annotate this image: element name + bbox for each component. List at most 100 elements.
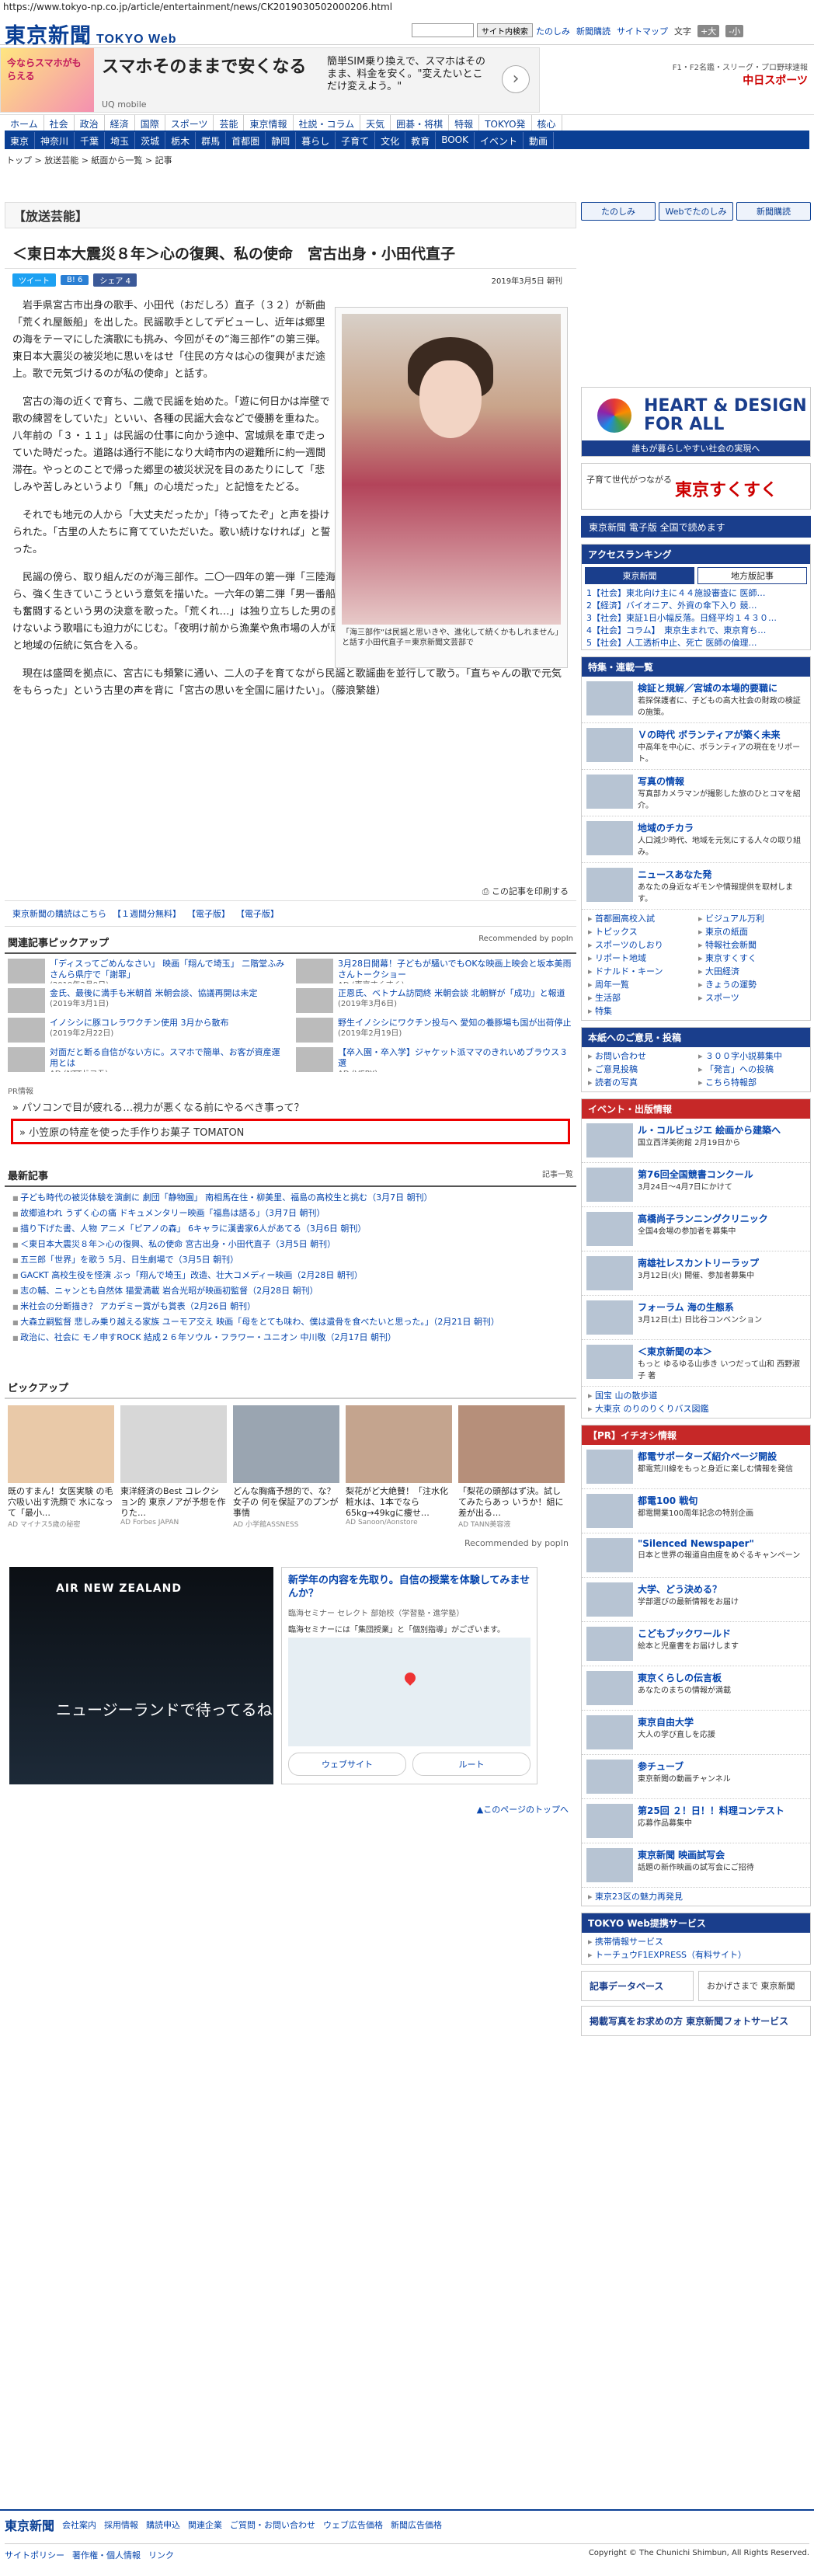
related-item[interactable]: 対面だと断る自信がない方に。スマホで簡単、お客が資産運用とはAD (NTTドコモ…	[8, 1047, 285, 1072]
font-small-button[interactable]: -小	[725, 25, 744, 37]
guide-link[interactable]: 東京の紙面	[698, 926, 804, 938]
pr-link-1[interactable]: » パソコンで目が疲れる…視力が悪くなる前にやるべき事って？	[5, 1098, 576, 1116]
footer-logo[interactable]: 東京新聞	[5, 2515, 54, 2534]
ranking-item[interactable]: 3【社会】東証1日小幅反落。日経平均１４３０…	[582, 612, 810, 625]
related-item[interactable]: 3月28日開幕！子どもが騒いでもOKな映画上映会と坂本美雨さんトークショーAD …	[296, 959, 573, 983]
nav-item[interactable]: 囲碁・将棋	[391, 115, 450, 131]
small-link-2[interactable]: 大東京 のりのりくりバス図鑑	[588, 1403, 804, 1415]
region-nav-item[interactable]: 動画	[524, 132, 555, 149]
region-nav-item[interactable]: 東京	[5, 132, 36, 149]
guide-link[interactable]: 特報社会新聞	[698, 939, 804, 951]
reader-link[interactable]: 読者の写真	[588, 1077, 694, 1088]
events-item[interactable]: 南雄社レスカントリーラップ 3月12日(火) 開催、参加者募集中	[582, 1251, 810, 1296]
reader-link[interactable]: お問い合わせ	[588, 1050, 694, 1062]
region-nav-item[interactable]: 埼玉	[105, 132, 136, 149]
airnz-ad[interactable]: AIR NEW ZEALAND ニュージーランドで待ってるね	[9, 1567, 273, 1784]
nav-item[interactable]: 国際	[135, 115, 165, 131]
reader-link[interactable]: こちら特報部	[698, 1077, 804, 1088]
events-item[interactable]: ＜東京新聞の本＞ もっと ゆるゆる山歩き いつだって山和 西野淑子 著	[582, 1340, 810, 1387]
chunichi-sports-link[interactable]: F1・F2名鑑・スリーグ・プロ野球速報 中日スポーツ	[668, 61, 808, 88]
latest-item[interactable]: 政治に、社会に モノ申すROCK 結成２６年ソウル・フラワー・ユニオン 中川敬（…	[12, 1330, 569, 1345]
events-item[interactable]: ル・コルビュジエ 絵画から建築へ 国立西洋美術館 2月19日から	[582, 1119, 810, 1163]
guide-link[interactable]: スポーツのしおり	[588, 939, 694, 951]
footer-link[interactable]: 購読申込	[146, 2519, 180, 2531]
pickup-card[interactable]: 梨花がど大絶賛！「注水化粧水は、1本でなら65kg→49kgに痩せ… AD San…	[346, 1405, 452, 1529]
db-banner-2[interactable]: おかげさまで 東京新聞	[698, 1971, 811, 2001]
related-item[interactable]: 金氏、最後に満手も米朝首 米朝会談、協議再開は未定 (2019年3月1日)	[8, 988, 285, 1013]
related-item[interactable]: 「ディスってごめんなさい」 映画「翔んで埼玉」 二階堂ふみさんら県庁で「謝罪」(…	[8, 959, 285, 983]
region-nav-item[interactable]: BOOK	[436, 132, 475, 149]
seminar-ad[interactable]: 新学年の内容を先取り。自信の授業を体験してみませんか？ 臨海セミナー セレクト …	[281, 1567, 537, 1784]
db-banner[interactable]: 記事データベース	[581, 1971, 694, 2001]
nav-item[interactable]: 核心	[532, 115, 562, 131]
nav-item[interactable]: 特報	[449, 115, 480, 131]
free-trial-link[interactable]: 【１週間分無料】	[113, 907, 181, 920]
guide-link[interactable]: 東京すくすく	[698, 952, 804, 964]
subscribe-button[interactable]: 新聞購読	[736, 202, 811, 221]
region-nav-item[interactable]: 栃木	[165, 132, 197, 149]
subscribe-link[interactable]: 東京新聞の購読はこちら	[12, 907, 106, 920]
features-item[interactable]: ニュースあなた発 あなたの身近なギモンや情報提供を取材します。	[582, 863, 810, 910]
footer-link-2[interactable]: 著作権・個人情報	[72, 2549, 141, 2561]
header-link-sitemap[interactable]: サイトマップ	[617, 25, 668, 37]
ions-item[interactable]: 東京新聞 映画試写会 話題の新作映画の試写会にご招待	[582, 1843, 810, 1888]
pickup-card[interactable]: どんな胸痛予想的で、な？女子の 何を保証アのプンが事情 AD 小学館ASSNESS	[233, 1405, 339, 1529]
latest-item[interactable]: ＜東日本大震災８年＞心の復興、私の使命 宮古出身・小田代直子（3月5日 朝刊）	[12, 1237, 569, 1252]
latest-item[interactable]: 志の輔、ニャンとも自然体 猫愛満載 岩合光昭が映画初監督（2月28日 朝刊）	[12, 1283, 569, 1299]
latest-item[interactable]: 子ども時代の被災体験を演劇に 劇団「静物園」 南相馬在住・柳美里、福島の高校生と…	[12, 1190, 569, 1206]
region-nav-item[interactable]: 首都圏	[226, 132, 266, 149]
nav-item[interactable]: 天気	[360, 115, 391, 131]
guide-link[interactable]: 大田経済	[698, 966, 804, 977]
ions-item[interactable]: 第25回 ２！日！！料理コンテスト 応募作品募集中	[582, 1799, 810, 1843]
guide-link[interactable]: 周年一覧	[588, 979, 694, 990]
reader-link[interactable]: ご意見投稿	[588, 1063, 694, 1075]
ions-item[interactable]: 大学、どう決める？ 学部選びの最新情報をお届け	[582, 1578, 810, 1622]
features-item[interactable]: 検証と規解／宮城の本場的要職に 若探保護者に、子どもの高大社会の財政の検証の施策。	[582, 677, 810, 723]
pickup-card[interactable]: 既のすまん！女医実験 の毛穴吸い出す洗顔で 水になって「最小… AD マイナス5歳…	[8, 1405, 114, 1529]
nav-item[interactable]: ホーム	[5, 115, 44, 131]
events-item[interactable]: 第76回全国競書コンクール 3月24日～4月7日にかけて	[582, 1163, 810, 1207]
guide-link[interactable]: きょうの運勢	[698, 979, 804, 990]
chevron-right-icon[interactable]: ›	[502, 65, 530, 93]
nav-item[interactable]: 社説・コラム	[294, 115, 361, 131]
ranking-item[interactable]: 4【社会】コラム】 東京生まれで、東京育ち…	[582, 625, 810, 637]
ranking-item[interactable]: 1【社会】東北向け主に４４施設審査に 医師…	[582, 587, 810, 600]
ranking-item[interactable]: 2【経済】バイオニア、外資の傘下入り 競…	[582, 600, 810, 612]
ions-item[interactable]: 都電サポーターズ紹介ページ開設 都電荒川線をもっと身近に楽しむ情報を発信	[582, 1445, 810, 1489]
hatena-button[interactable]: B! 6	[61, 275, 89, 285]
tweet-button[interactable]: ツイート	[12, 273, 56, 287]
latest-item[interactable]: 大森立嗣監督 悲しみ乗り越える家族 ユーモア交え 映画「母をとても味わ、僕は遺骨…	[12, 1314, 569, 1330]
region-nav-item[interactable]: 茨城	[135, 132, 166, 149]
region-nav-item[interactable]: イベント	[475, 132, 524, 149]
web-tanoshimi-button[interactable]: Webでたのしみ	[659, 202, 733, 221]
guide-link[interactable]: 首都圏高校入試	[588, 913, 694, 924]
website-button[interactable]: ウェブサイト	[288, 1753, 406, 1776]
features-item[interactable]: 写真の情報 写真部カメラマンが撮影した旅のひとコマを紹介。	[582, 770, 810, 816]
guide-link[interactable]: ドナルド・キーン	[588, 966, 694, 977]
nav-item[interactable]: 政治	[75, 115, 105, 131]
heart-design-banner[interactable]: HEART & DESIGN FOR ALL 誰もが暮らしやすい社会の実現へ	[581, 387, 811, 457]
route-button[interactable]: ルート	[412, 1753, 530, 1776]
pickup-card[interactable]: 東洋経済のBest コレクション的 東京ノアが予想を作りた… AD Forbes …	[120, 1405, 227, 1529]
header-link-subscribe[interactable]: 新聞購読	[576, 25, 610, 37]
footer-link-2[interactable]: サイトポリシー	[5, 2549, 64, 2561]
latest-item[interactable]: GACKT 高校生役を怪演 ぶっ「翔んで埼玉」改造、壮大コメディー映画（2月28…	[12, 1268, 569, 1283]
events-item[interactable]: フォーラム 海の生態系 3月12日(土) 日比谷コンベンション	[582, 1296, 810, 1340]
small-link-1[interactable]: 国宝 山の散歩道	[588, 1390, 804, 1401]
pr-link-2[interactable]: » 小笠原の特産を使った手作りお菓子 TOMATON	[11, 1119, 570, 1144]
guide-link[interactable]: スポーツ	[698, 992, 804, 1004]
related-item[interactable]: 正恩氏、ベトナム訪問終 米朝会談 北朝鮮が「成功」と報道 (2019年3月6日)	[296, 988, 573, 1013]
guide-link[interactable]: 生活部	[588, 992, 694, 1004]
guide-link[interactable]: リポート地域	[588, 952, 694, 964]
facebook-share-button[interactable]: シェア 4	[93, 273, 137, 287]
footer-link-2[interactable]: リンク	[148, 2549, 174, 2561]
ions-item[interactable]: 参チューブ 東京新聞の動画チャンネル	[582, 1755, 810, 1799]
nav-item[interactable]: スポーツ	[165, 115, 214, 131]
page-top-link[interactable]: ▲このページのトップへ	[5, 1800, 576, 1819]
region-nav-item[interactable]: 暮らし	[296, 132, 336, 149]
ranking-item[interactable]: 5【社会】人工透析中止、死亡 医師の倫理…	[582, 637, 810, 649]
latest-more-link[interactable]: 記事一覧	[542, 1168, 573, 1179]
related-item[interactable]: イノシシに豚コレラワクチン使用 3月から散布 (2019年2月22日)	[8, 1018, 285, 1043]
ions-item[interactable]: こどもブックワールド 絵本と児童書をお届けします	[582, 1622, 810, 1666]
nav-item[interactable]: 芸能	[214, 115, 245, 131]
